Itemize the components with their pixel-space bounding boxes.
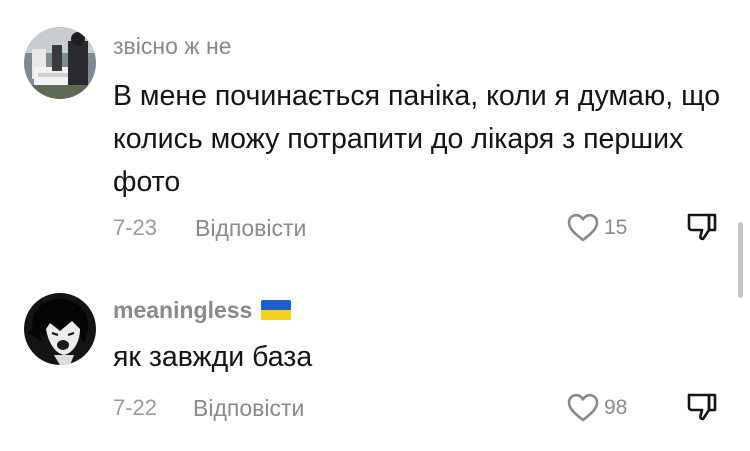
ukraine-flag-icon — [261, 299, 292, 320]
reply-button[interactable]: Відповісти — [195, 214, 306, 242]
username-text: meaningless — [113, 297, 253, 323]
like-count: 15 — [604, 216, 628, 239]
thumbs-down-icon — [687, 393, 717, 421]
comment-date: 7-22 — [113, 395, 158, 420]
comment-item: meaningless як завжди база 7-22 Відповіс… — [0, 260, 750, 451]
comment-username[interactable]: meaningless — [113, 296, 292, 324]
like-count: 98 — [604, 396, 628, 419]
scrollbar[interactable] — [738, 222, 743, 298]
user-avatar[interactable] — [24, 293, 96, 365]
dislike-button[interactable] — [685, 390, 719, 424]
avatar-photo-icon — [24, 27, 96, 99]
reply-button[interactable]: Відповісти — [193, 394, 304, 422]
like-button[interactable]: 15 — [566, 211, 627, 245]
comment-date: 7-23 — [113, 215, 158, 240]
comment-text: як завжди база — [113, 341, 313, 373]
comment-username[interactable]: звісно ж не — [113, 32, 232, 60]
user-avatar[interactable] — [24, 27, 96, 99]
dislike-button[interactable] — [685, 210, 719, 244]
heart-icon — [567, 213, 599, 242]
comment-item: звісно ж не В мене починається паніка, к… — [0, 0, 750, 260]
anime-avatar-icon — [24, 293, 96, 365]
heart-icon — [567, 393, 599, 422]
comment-text: В мене починається паніка, коли я думаю,… — [113, 80, 721, 198]
thumbs-down-icon — [687, 213, 717, 241]
like-button[interactable]: 98 — [566, 391, 627, 425]
